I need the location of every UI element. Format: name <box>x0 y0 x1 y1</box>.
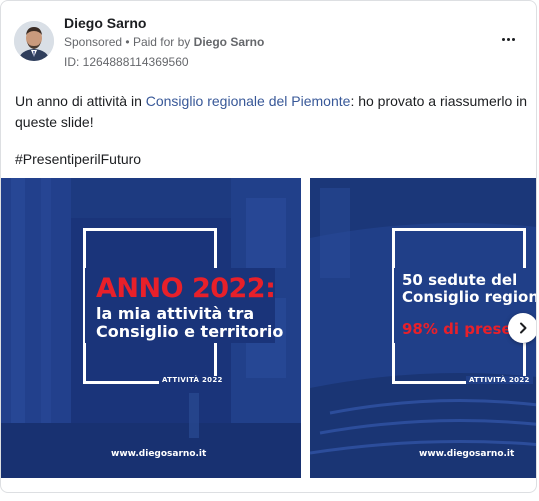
chevron-right-icon <box>520 322 527 334</box>
slide-2-title-line-2: Consiglio regionale <box>402 288 537 306</box>
paid-for-name: Diego Sarno <box>193 35 265 49</box>
slide-1-subtitle-line-2: Consiglio e territorio <box>96 322 284 341</box>
slide-1-subtitle: la mia attività tra Consiglio e territor… <box>96 305 283 341</box>
slide-2-tagline: ATTIVITÀ 2022 <box>466 376 533 384</box>
slide-1-website: www.diegosarno.it <box>111 449 207 459</box>
author-avatar[interactable] <box>14 21 54 61</box>
more-options-button[interactable] <box>497 31 519 47</box>
slide-1-title-red: ANNO 2022: <box>96 273 276 304</box>
carousel-slide-1[interactable]: ANNO 2022: la mia attività tra Consiglio… <box>1 178 301 478</box>
author-name[interactable]: Diego Sarno <box>64 15 146 31</box>
page-link[interactable]: Consiglio regionale del Piemonte <box>146 93 351 109</box>
image-carousel: ANNO 2022: la mia attività tra Consiglio… <box>1 178 537 478</box>
slide-2-website: www.diegosarno.it <box>419 449 515 459</box>
more-horizontal-icon <box>501 37 515 41</box>
hashtag-link[interactable]: #PresentiperilFuturo <box>15 151 141 167</box>
sponsored-label: Sponsored <box>64 35 123 49</box>
sponsored-line: Sponsored • Paid for by Diego Sarno <box>64 35 264 49</box>
carousel-next-button[interactable] <box>508 313 536 343</box>
post-text: Un anno di attività in Consiglio regiona… <box>15 91 530 133</box>
slide-2-title: 50 sedute del Consiglio regionale <box>402 271 537 306</box>
ad-id: ID: 1264888114369560 <box>64 55 189 69</box>
slide-2-title-line-1: 50 sedute del <box>402 271 518 289</box>
paid-for-prefix: Paid for by <box>132 35 191 49</box>
slide-1-tagline: ATTIVITÀ 2022 <box>159 376 226 384</box>
slide-1-subtitle-line-1: la mia attività tra <box>96 304 255 323</box>
separator-dot: • <box>125 35 133 49</box>
avatar-image <box>14 21 54 61</box>
carousel-slide-2[interactable]: 50 sedute del Consiglio regionale 98% di… <box>310 178 537 478</box>
ad-post-card: Diego Sarno Sponsored • Paid for by Dieg… <box>0 0 537 493</box>
post-text-prefix: Un anno di attività in <box>15 93 146 109</box>
